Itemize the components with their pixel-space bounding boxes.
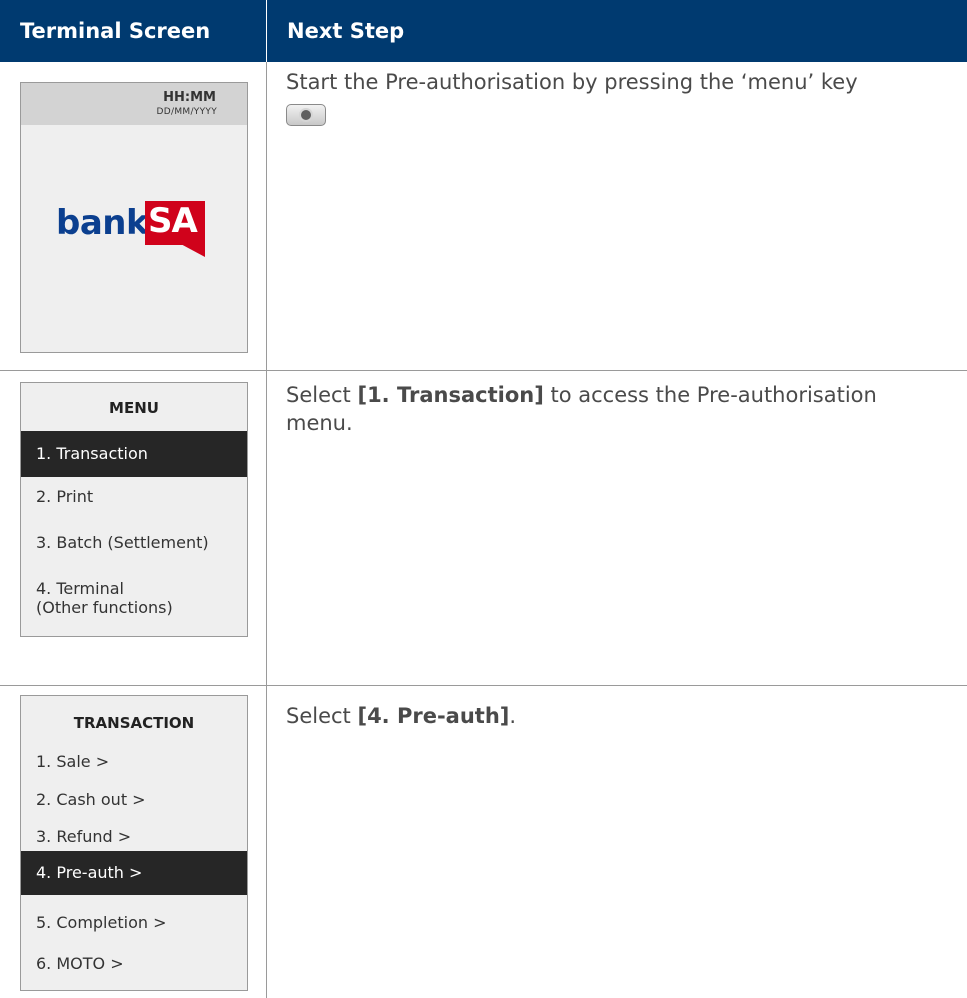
step-3-bold: [4. Pre-auth] — [357, 704, 510, 728]
menu-item-terminal[interactable]: 4. Terminal — [21, 579, 247, 598]
step-3-instruction: Select [4. Pre-auth]. — [286, 704, 517, 728]
header-terminal-screen: Terminal Screen — [20, 19, 211, 43]
status-bar: HH:MM DD/MM/YYYY — [21, 83, 247, 125]
step-2-instruction: Select [1. Transaction] to access the Pr… — [286, 383, 877, 435]
clock-time: HH:MM — [163, 90, 216, 105]
terminal-transaction-screen: TRANSACTION 1. Sale > 2. Cash out > 3. R… — [20, 695, 248, 991]
banksa-logo: bank SA — [56, 195, 226, 257]
logo-sa-text: SA — [148, 201, 198, 241]
menu-item-terminal-sub: (Other functions) — [36, 598, 173, 617]
terminal-idle-screen: HH:MM DD/MM/YYYY bank SA — [20, 82, 248, 353]
transaction-item-moto[interactable]: 6. MOTO > — [21, 954, 247, 973]
menu-item-transaction[interactable]: 1. Transaction — [21, 431, 247, 477]
logo-bank-text: bank — [56, 203, 149, 243]
step-1-instruction: Start the Pre-authorisation by pressing … — [286, 70, 858, 94]
header-next-step: Next Step — [287, 19, 405, 43]
transaction-item-refund[interactable]: 3. Refund > — [21, 827, 247, 846]
menu-key-dot — [299, 108, 313, 122]
transaction-item-cash-out[interactable]: 2. Cash out > — [21, 790, 247, 809]
row-divider-1 — [0, 370, 967, 371]
header-divider — [266, 0, 267, 62]
column-divider — [266, 62, 267, 998]
menu-item-batch[interactable]: 3. Batch (Settlement) — [21, 533, 247, 552]
menu-key-icon — [286, 104, 326, 126]
terminal-menu-screen: MENU 1. Transaction 2. Print 3. Batch (S… — [20, 382, 248, 637]
transaction-item-pre-auth[interactable]: 4. Pre-auth > — [21, 851, 247, 895]
row-divider-2 — [0, 685, 967, 686]
menu-item-print[interactable]: 2. Print — [21, 487, 247, 506]
transaction-item-sale[interactable]: 1. Sale > — [21, 752, 247, 771]
clock-date: DD/MM/YYYY — [156, 107, 217, 117]
transaction-item-completion[interactable]: 5. Completion > — [21, 913, 247, 932]
step-2-bold: [1. Transaction] — [357, 383, 544, 407]
menu-title: MENU — [109, 399, 159, 417]
table-header: Terminal Screen Next Step — [0, 0, 967, 62]
transaction-title: TRANSACTION — [73, 714, 195, 732]
